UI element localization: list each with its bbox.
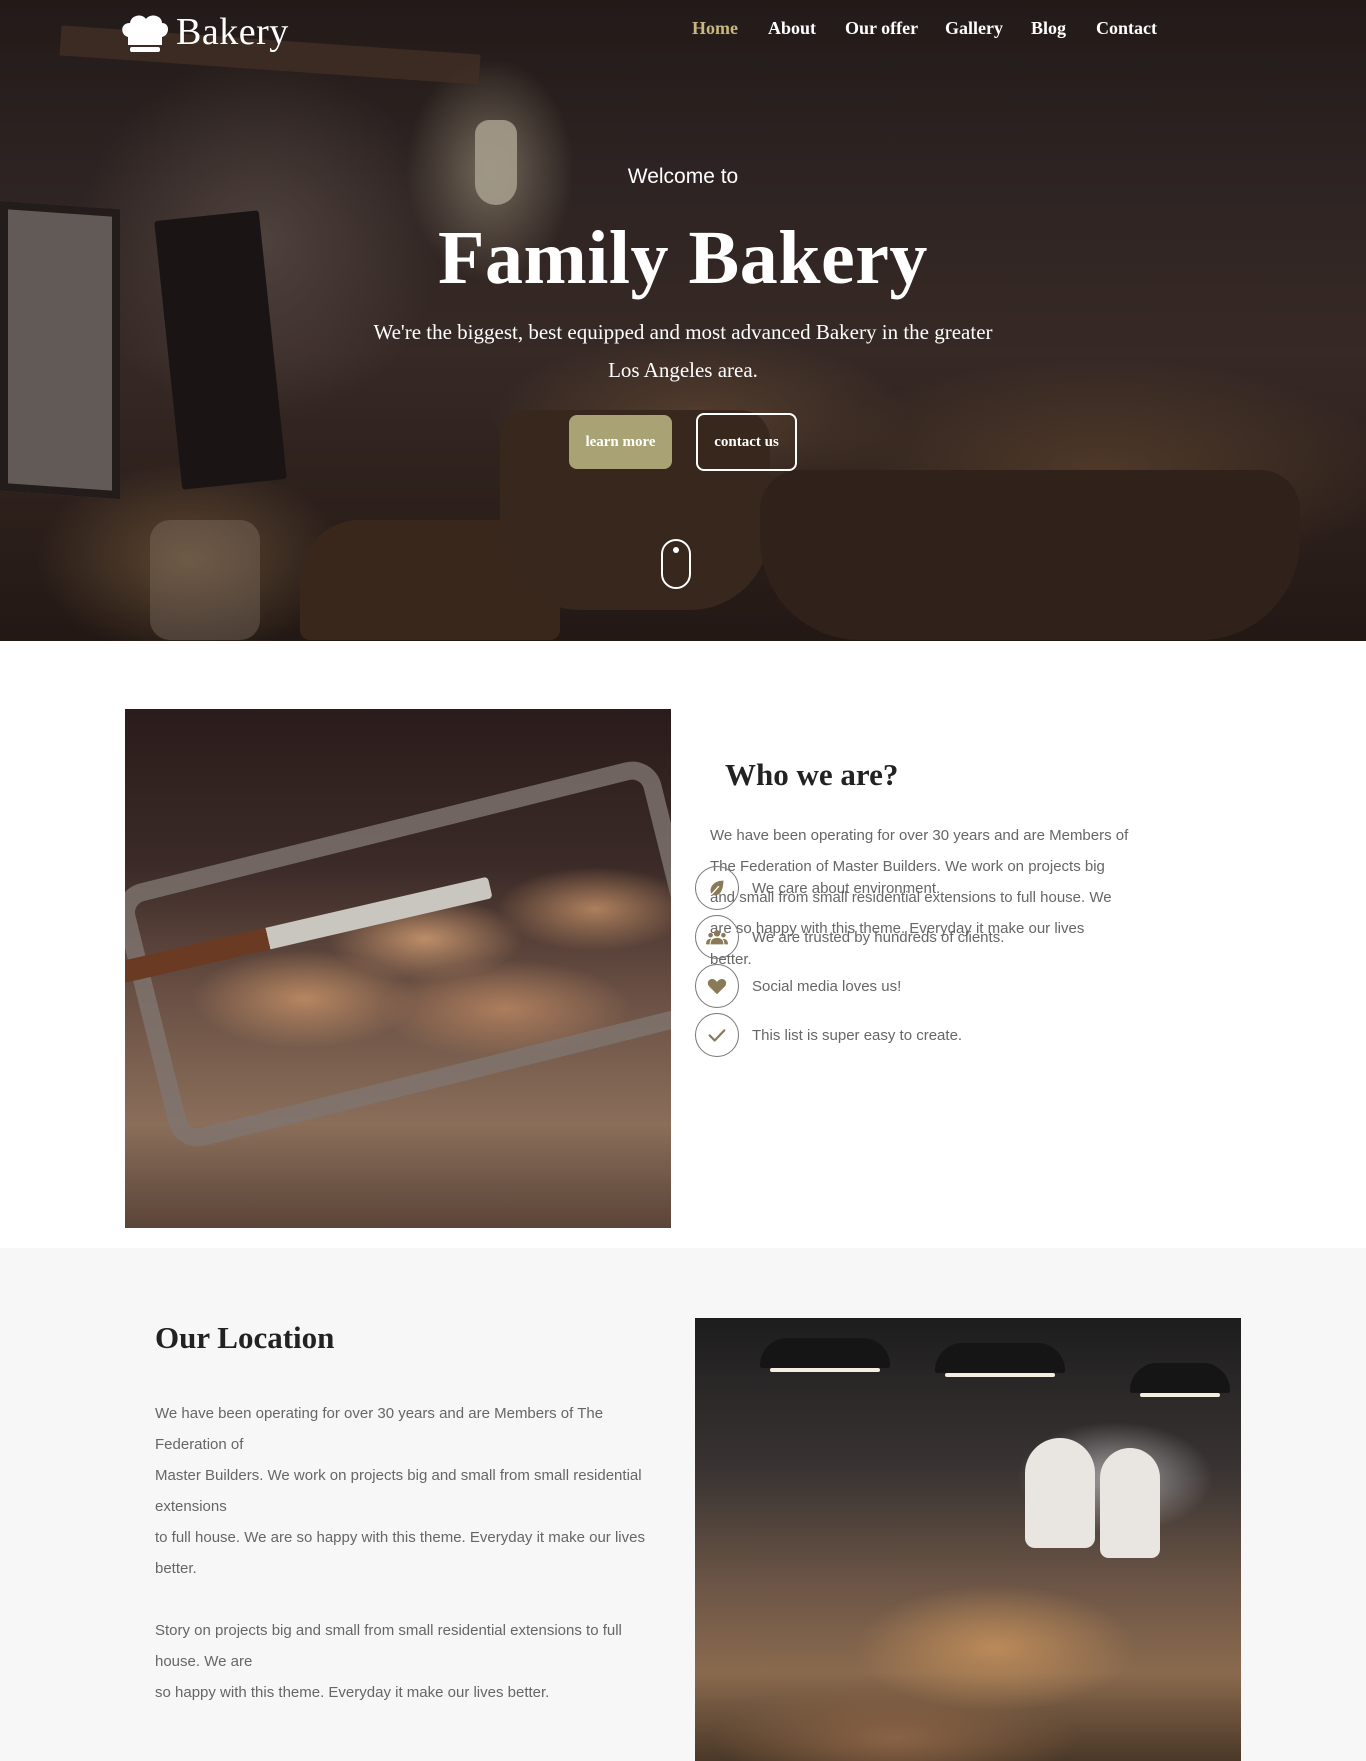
who-we-are-section: Who we are? We have been operating for o… (0, 641, 1366, 1248)
hero-content: Bakery Home About Our offer Gallery Blog… (0, 0, 1366, 641)
pendant-lamp-shape (935, 1343, 1065, 1377)
feature-item: This list is super easy to create. (695, 1013, 962, 1057)
scroll-indicator-dot (673, 547, 679, 553)
who-we-are-heading: Who we are? (725, 757, 899, 792)
nav-item-home[interactable]: Home (692, 18, 738, 39)
scroll-down-mouse-icon[interactable] (661, 539, 691, 589)
learn-more-button[interactable]: learn more (569, 415, 672, 469)
location-paragraph: Story on projects big and small from sma… (155, 1622, 622, 1701)
bread-tray-image (125, 709, 671, 1228)
nav-item-blog[interactable]: Blog (1031, 18, 1066, 39)
feature-label: Social media loves us! (752, 977, 902, 995)
feature-item: We are trusted by hundreds of clients. (695, 915, 1004, 959)
pendant-lamp-shape (760, 1338, 890, 1372)
nav-item-gallery[interactable]: Gallery (945, 18, 1003, 39)
location-heading: Our Location (155, 1320, 335, 1355)
heart-icon (695, 964, 739, 1008)
hero-section: Bakery Home About Our offer Gallery Blog… (0, 0, 1366, 641)
baker-figure (1100, 1448, 1160, 1558)
feature-item: We care about environment. (695, 866, 940, 910)
pendant-lamp-shape (1130, 1363, 1230, 1397)
location-paragraph: We have been operating for over 30 years… (155, 1405, 645, 1577)
hero-title: Family Bakery (438, 216, 928, 300)
bakery-shop-image (695, 1318, 1241, 1761)
location-section: Our Location We have been operating for … (0, 1248, 1366, 1761)
feature-item: Social media loves us! (695, 964, 901, 1008)
location-text: We have been operating for over 30 years… (155, 1398, 655, 1708)
baker-figure (1025, 1438, 1095, 1548)
nav-item-contact[interactable]: Contact (1096, 18, 1157, 39)
feature-label: This list is super easy to create. (752, 1026, 963, 1044)
hero-description: We're the biggest, best equipped and mos… (373, 320, 993, 382)
leaf-icon (695, 866, 739, 910)
hero-subtitle: Welcome to (627, 165, 739, 188)
users-icon (695, 915, 739, 959)
nav-item-about[interactable]: About (768, 18, 816, 39)
nav-item-our-offer[interactable]: Our offer (845, 18, 918, 39)
feature-label: We are trusted by hundreds of clients. (752, 928, 1005, 946)
main-nav: Home About Our offer Gallery Blog Contac… (0, 18, 1366, 48)
feature-label: We care about environment. (752, 879, 941, 897)
contact-us-button[interactable]: contact us (696, 413, 797, 471)
check-icon (695, 1013, 739, 1057)
